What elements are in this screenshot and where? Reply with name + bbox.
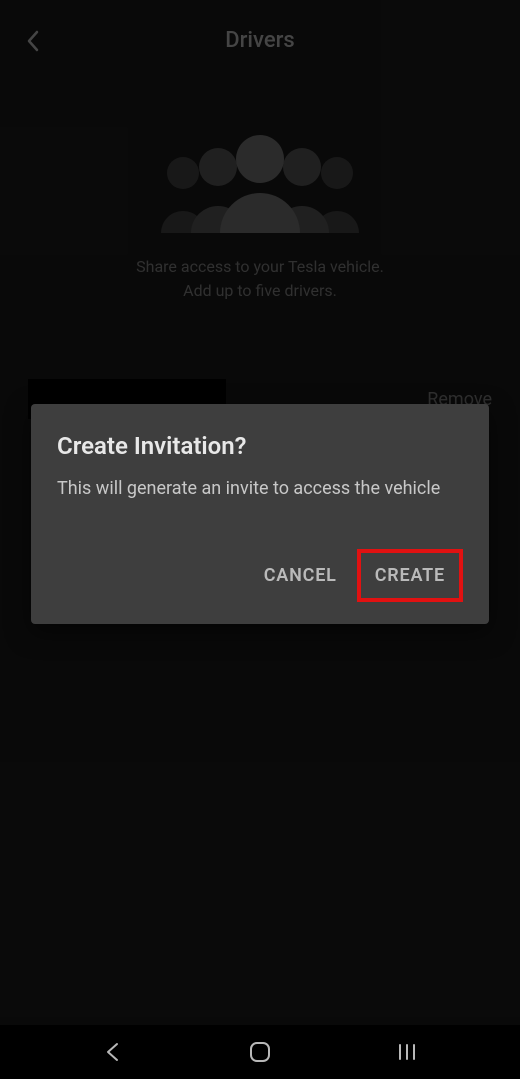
info-line-1: Share access to your Tesla vehicle. <box>0 255 520 279</box>
nav-back-icon <box>102 1041 124 1063</box>
nav-recents-icon <box>395 1042 419 1062</box>
people-group-icon <box>0 133 520 233</box>
dialog-body: This will generate an invite to access t… <box>57 476 463 501</box>
nav-home-icon <box>248 1040 272 1064</box>
header: Drivers <box>0 0 520 81</box>
create-invitation-dialog: Create Invitation? This will generate an… <box>31 404 489 624</box>
create-button[interactable]: CREATE <box>357 549 463 602</box>
nav-home-button[interactable] <box>230 1032 290 1072</box>
info-text: Share access to your Tesla vehicle. Add … <box>0 255 520 303</box>
info-line-2: Add up to five drivers. <box>0 279 520 303</box>
back-button[interactable] <box>26 30 40 52</box>
dialog-actions: CANCEL CREATE <box>57 549 463 602</box>
dialog-title: Create Invitation? <box>57 432 463 460</box>
nav-recents-button[interactable] <box>377 1032 437 1072</box>
nav-back-button[interactable] <box>83 1032 143 1072</box>
system-nav-bar <box>0 1025 520 1079</box>
cancel-button[interactable]: CANCEL <box>248 553 353 598</box>
chevron-left-icon <box>26 30 40 52</box>
page-title: Drivers <box>20 28 500 53</box>
